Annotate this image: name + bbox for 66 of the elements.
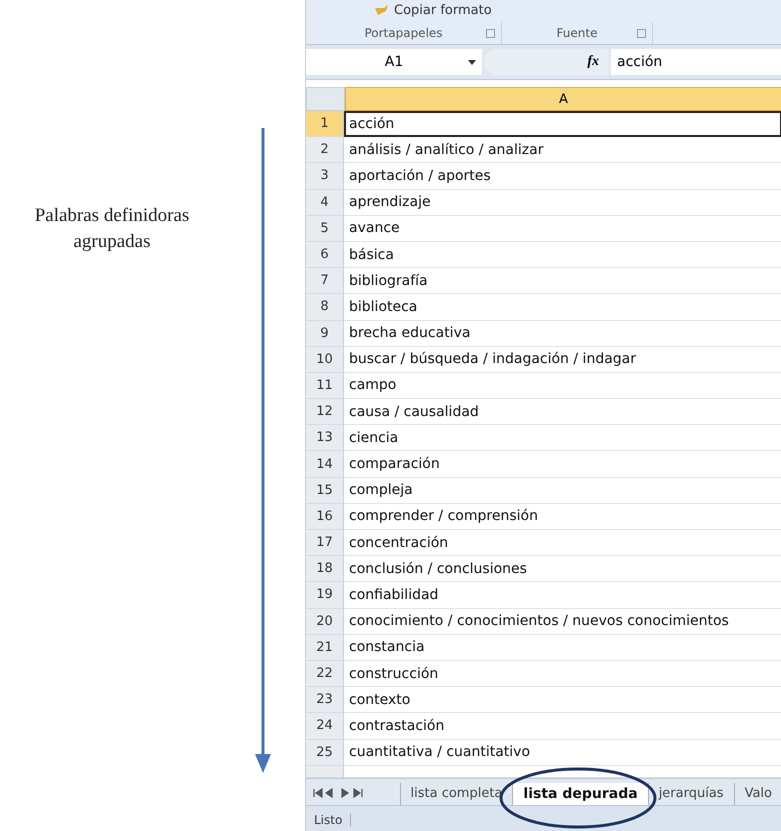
row-header[interactable]: 3 xyxy=(306,163,344,190)
column-header[interactable]: A xyxy=(345,87,781,111)
table-cell: comprender / comprensión xyxy=(344,504,781,530)
table-cell: contrastación xyxy=(344,713,781,740)
caret-icon xyxy=(468,60,476,65)
ribbon-group-label: Fuente xyxy=(502,22,653,44)
table-cell: comparación xyxy=(344,451,781,478)
brush-icon xyxy=(374,5,390,17)
table-cell: brecha educativa xyxy=(344,320,781,347)
row-header[interactable]: 10 xyxy=(306,346,344,373)
table-cell: cuantitativa / cuantitativo xyxy=(344,740,781,766)
table-cell: constancia xyxy=(344,634,781,661)
row-header[interactable]: 12 xyxy=(306,399,344,426)
row-header[interactable]: 22 xyxy=(306,660,344,688)
row-header[interactable]: 7 xyxy=(306,268,344,294)
table-cell: causa / causalidad xyxy=(344,399,781,426)
table-cell: acción xyxy=(344,111,781,138)
row-header[interactable]: 14 xyxy=(306,451,344,478)
row-header[interactable]: 19 xyxy=(306,582,344,609)
formula-field[interactable]: acción xyxy=(611,49,781,75)
row-header[interactable]: 4 xyxy=(306,190,344,216)
row-header[interactable]: 6 xyxy=(306,242,344,268)
copy-format-button[interactable]: Copiar formato xyxy=(374,4,492,18)
row-header[interactable] xyxy=(306,766,344,778)
row-header[interactable]: 23 xyxy=(306,687,344,714)
table-cell: biblioteca xyxy=(344,294,781,320)
row-header[interactable]: 17 xyxy=(306,530,344,556)
row-header[interactable]: 25 xyxy=(306,740,344,766)
table-cell: contexto xyxy=(344,687,781,714)
dialog-launcher-icon[interactable] xyxy=(486,28,495,38)
row-header[interactable]: 5 xyxy=(306,216,344,242)
table-cell: compleja xyxy=(344,478,781,504)
table-cell: buscar / búsqueda / indagación / indagar xyxy=(344,346,781,373)
row-header[interactable]: 2 xyxy=(306,137,344,164)
table-cell: conocimiento / conocimientos / nuevos conocimientos xyxy=(344,608,781,635)
table-cell: bibliografía xyxy=(344,268,781,294)
row-header[interactable]: 16 xyxy=(306,504,344,530)
function-button[interactable]: fx xyxy=(587,54,599,70)
table-cell: análisis / analítico / analizar xyxy=(344,137,781,164)
row-header[interactable]: 9 xyxy=(306,320,344,347)
table-cell: aportación / aportes xyxy=(344,163,781,190)
status-text: Listo xyxy=(306,813,352,828)
row-header[interactable]: 21 xyxy=(306,634,344,661)
table-cell: concentración xyxy=(344,530,781,556)
row-header[interactable]: 15 xyxy=(306,478,344,504)
table-cell: campo xyxy=(344,372,781,400)
table-cell: confiabilidad xyxy=(344,582,781,609)
table-cell: aprendizaje xyxy=(344,190,781,216)
table-cell: básica xyxy=(344,242,781,268)
annotation-label: Palabras definidoras agrupadas xyxy=(34,204,190,254)
row-header[interactable]: 24 xyxy=(306,713,344,740)
table-cell: avance xyxy=(344,216,781,242)
table-cell: conclusión / conclusiones xyxy=(344,556,781,582)
row-header[interactable]: 1 xyxy=(306,111,344,138)
row-header[interactable]: 18 xyxy=(306,556,344,582)
row-header[interactable]: 11 xyxy=(306,372,344,400)
ribbon-group-label: Portapapeles xyxy=(306,22,502,44)
row-header[interactable]: 8 xyxy=(306,294,344,320)
select-all-corner[interactable] xyxy=(306,87,345,111)
dialog-launcher-icon[interactable] xyxy=(637,28,646,38)
row-header[interactable]: 20 xyxy=(306,608,344,635)
name-box[interactable]: A1 xyxy=(306,49,482,75)
table-cell: ciencia xyxy=(344,425,781,452)
sheet-tab[interactable]: lista depurada xyxy=(512,782,648,805)
table-cell: construcción xyxy=(344,660,781,688)
row-header[interactable]: 13 xyxy=(306,425,344,452)
